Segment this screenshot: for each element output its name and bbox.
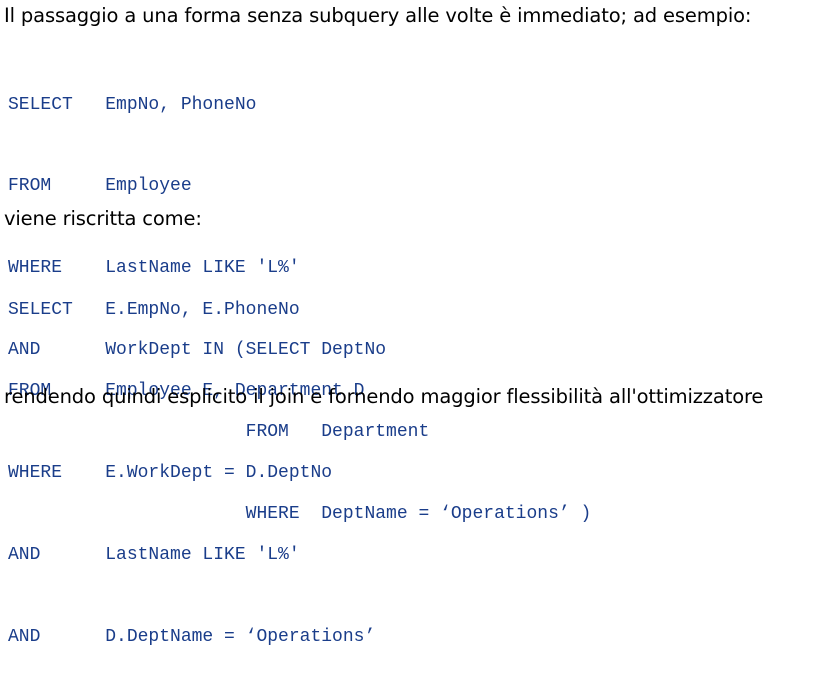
rewritten-query-line-where: WHERE E.WorkDept = D.DeptNo (8, 463, 333, 484)
intro-text: Il passaggio a una forma senza subquery … (4, 4, 752, 27)
rewritten-query-line-and-deptname: AND D.DeptName = ‘Operations’ (8, 627, 376, 648)
rewritten-query-block: SELECT E.EmpNo, E.PhoneNo FROM Employee … (8, 242, 375, 679)
outro-text: rendendo quindi esplicito il join e forn… (4, 385, 764, 408)
rewritten-query-line-and-lastname: AND LastName LIKE 'L%' (8, 545, 300, 566)
original-query-line-from: FROM Employee (8, 176, 192, 197)
rewritten-query-line-select: SELECT E.EmpNo, E.PhoneNo (8, 299, 300, 320)
original-query-line-select: SELECT EmpNo, PhoneNo (8, 94, 257, 115)
middle-text: viene riscritta come: (4, 207, 202, 230)
